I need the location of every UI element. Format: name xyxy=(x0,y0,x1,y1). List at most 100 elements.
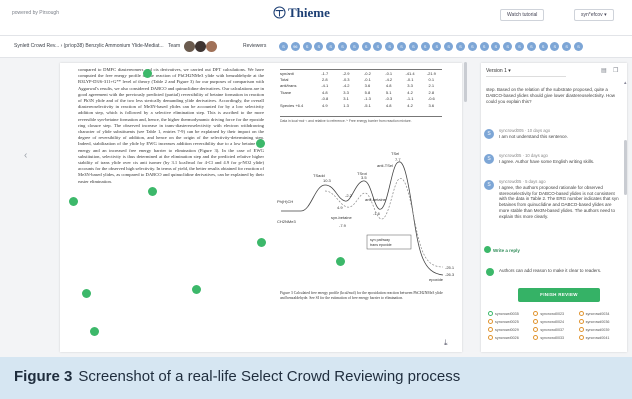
table-cell: 5.1 xyxy=(385,89,392,95)
document-scrollbar[interactable] xyxy=(464,62,467,102)
comment-marker[interactable] xyxy=(256,139,265,148)
table-cell: 3.3 xyxy=(407,83,413,89)
comment-marker[interactable] xyxy=(82,289,91,298)
reviewer-status-item[interactable]: syncrowd0033 xyxy=(533,335,578,340)
diagram-legend-label: trans epoxide xyxy=(370,243,392,247)
reviewer-status-item[interactable]: syncrowd0034 xyxy=(578,311,624,316)
reviewer-badge[interactable]: S xyxy=(408,42,418,51)
reviewer-status-item[interactable]: syncrowd0026 xyxy=(488,335,533,340)
reviewer-status-item[interactable]: syncrowd0023 xyxy=(533,311,578,316)
table-cell: -0.1 xyxy=(406,77,414,83)
status-ring-icon xyxy=(578,327,584,332)
reviewer-status-item[interactable]: syncrowd0037 xyxy=(533,327,578,332)
reviewer-badge[interactable]: S xyxy=(420,42,430,51)
table-cell: Total xyxy=(280,77,289,83)
reviewer-status-item[interactable]: syncrowd0029 xyxy=(488,327,533,332)
reviewer-badge[interactable]: S xyxy=(456,42,465,51)
panel-scrollbar[interactable] xyxy=(624,140,627,195)
reviewer-badge[interactable]: S xyxy=(314,42,324,51)
comment-item: Authors can add reason to make it clear … xyxy=(486,268,620,276)
reviewer-badge[interactable]: S xyxy=(574,42,583,51)
reviewer-badge[interactable]: S xyxy=(326,42,336,51)
diagram-labels: TSadd TSrot TSel Ph(H)CH CH2NMe3 syn-bet… xyxy=(277,151,455,282)
avatar: S xyxy=(484,180,494,190)
reviewer-badge[interactable]: S xyxy=(562,42,572,51)
reviewer-status-item[interactable]: syncrowd0024 xyxy=(533,319,578,324)
powered-by-text: powered by Pirsough xyxy=(12,10,59,16)
watch-tutorial-button[interactable]: Watch tutorial xyxy=(500,9,545,21)
reviewer-badge[interactable]: S xyxy=(432,42,442,51)
reviewer-badge[interactable]: S xyxy=(491,42,501,51)
chevron-left-icon[interactable]: ‹ xyxy=(24,150,27,161)
table-cell: -21.9 xyxy=(426,70,436,76)
avatar[interactable] xyxy=(195,41,206,52)
table-cell: 2.8 xyxy=(428,89,435,95)
table-cell: -1.1 xyxy=(406,96,414,102)
reply-marker xyxy=(484,246,491,253)
reviewer-badge[interactable]: S xyxy=(515,42,524,51)
comment-marker[interactable] xyxy=(192,285,201,294)
reviewer-badge[interactable]: S xyxy=(397,42,406,51)
reviewer-name: syncrowd0041 xyxy=(585,336,610,340)
comment-marker[interactable] xyxy=(336,257,345,266)
reviewer-badge[interactable]: S xyxy=(550,42,560,51)
copy-icon[interactable]: ❐ xyxy=(613,67,618,74)
avatar: S xyxy=(484,154,494,164)
reviewer-status-item[interactable]: syncrowd0035 xyxy=(488,311,533,316)
table-footnote: Data in kcal·mol⁻¹ and relative to refer… xyxy=(280,119,412,123)
reviewer-badge[interactable]: S xyxy=(503,42,513,51)
table-cell: -0.2 xyxy=(363,70,371,76)
avatar[interactable] xyxy=(206,41,217,52)
version-select[interactable]: Version 1 ▾ xyxy=(486,68,566,77)
reviewer-badge[interactable]: 96 xyxy=(290,42,300,51)
table-row: syn/anti -1.7 -2.9 -0.2 -0.1 -41.4 -21.9 xyxy=(280,70,442,76)
scroll-up-icon[interactable]: ▴ xyxy=(624,80,627,86)
table-row: Total 2.8 -0.3 -0.1 -4.2 -0.1 0.1 xyxy=(280,76,442,82)
reviewer-badge[interactable]: S xyxy=(338,42,347,51)
breadcrumb[interactable]: Synlett Crowd Rev... › (pr\op38) Benzyli… xyxy=(14,43,164,49)
table-cell: 4.8 xyxy=(385,102,392,108)
table-cell: -0.8 xyxy=(321,96,329,102)
reviewer-badge[interactable]: S xyxy=(361,42,371,51)
table-cell: -0.3 xyxy=(385,96,393,102)
reviewer-badge[interactable]: S xyxy=(349,42,359,51)
data-table: syn/anti -1.7 -2.9 -0.2 -0.1 -41.4 -21.9 Total 2… xyxy=(280,69,442,117)
comment-marker[interactable] xyxy=(257,238,266,247)
team-label: Team xyxy=(168,43,181,49)
reviewer-badge[interactable]: S xyxy=(279,42,288,51)
reviewer-badge[interactable]: S xyxy=(479,42,489,51)
brand-logo[interactable]: Thieme xyxy=(273,5,330,21)
comment-marker[interactable] xyxy=(148,187,157,196)
table-cell: -0.6 xyxy=(427,96,435,102)
table-cell: -4.1 xyxy=(321,83,329,89)
user-menu[interactable]: syn*efcov ▾ xyxy=(574,9,614,21)
status-ring-icon xyxy=(533,319,539,324)
comment-item: step. Based on the relation of the subst… xyxy=(486,87,620,104)
reviewer-name: syncrowd0024 xyxy=(540,320,565,324)
reviewer-badge[interactable]: S xyxy=(302,42,312,51)
reviewer-badge[interactable]: S xyxy=(385,42,395,51)
figure-caption-in-doc: Figure 3 Calculated free energy profile … xyxy=(280,291,443,300)
energy-value: -25.1 xyxy=(445,265,455,270)
version-label: Version 1 xyxy=(486,68,507,74)
reviewer-badge[interactable]: S xyxy=(444,42,454,51)
reviewer-badge[interactable]: S xyxy=(467,42,477,51)
write-reply-link[interactable]: Write a reply xyxy=(493,248,520,253)
reviewer-badge[interactable]: S xyxy=(538,42,548,51)
download-icon[interactable]: ⤓ xyxy=(444,338,448,348)
reviewer-status-item[interactable]: syncrowd0039 xyxy=(578,327,624,332)
comments-panel: Version 1 ▾ ▤ ❐ step. Based on the relat… xyxy=(481,63,627,352)
comment-marker[interactable] xyxy=(69,197,78,206)
reviewer-badge[interactable]: S xyxy=(373,42,383,51)
reviewer-status-item[interactable]: syncrowd0041 xyxy=(578,335,624,340)
reviewer-badge[interactable]: S xyxy=(526,42,536,51)
reviewer-status-item[interactable]: syncrowd0036 xyxy=(578,319,624,324)
avatar[interactable] xyxy=(184,41,195,52)
document-icon[interactable]: ▤ xyxy=(601,67,607,74)
thieme-logo-icon xyxy=(273,6,286,19)
comment-marker[interactable] xyxy=(90,327,99,336)
finish-review-button[interactable]: FINISH REVIEW xyxy=(518,288,600,302)
comment-item: S syncrowd05 · 10 days ago I agree. Auth… xyxy=(484,153,620,165)
reviewer-status-item[interactable]: syncrowd0025 xyxy=(488,319,533,324)
comment-marker[interactable] xyxy=(143,69,152,78)
